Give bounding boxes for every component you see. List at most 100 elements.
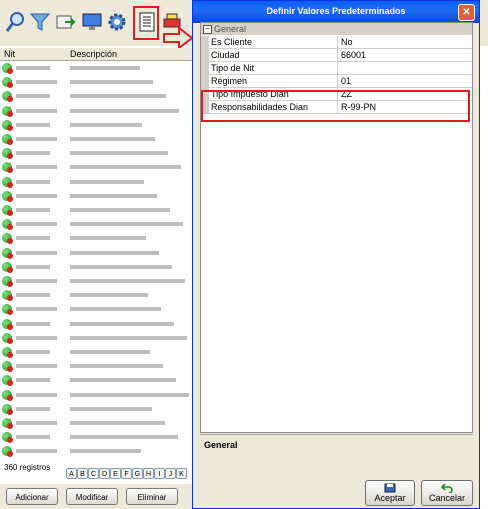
accept-button[interactable]: Aceptar: [365, 480, 415, 506]
contact-icon: [2, 247, 13, 259]
letter-button[interactable]: J: [165, 468, 176, 479]
property-row[interactable]: Tipo de Nit: [201, 62, 472, 75]
nit-cell: [16, 122, 50, 127]
filter-icon[interactable]: [28, 10, 52, 34]
row-gutter: [201, 49, 209, 61]
contact-icon: [2, 105, 13, 117]
search-icon[interactable]: [4, 10, 28, 34]
nit-cell: [16, 94, 50, 99]
letter-button[interactable]: I: [154, 468, 165, 479]
table-row[interactable]: [0, 217, 196, 231]
table-row[interactable]: [0, 260, 196, 274]
table-row[interactable]: [0, 331, 196, 345]
nit-cell: [16, 66, 50, 70]
letter-button[interactable]: B: [77, 468, 88, 479]
table-row[interactable]: [0, 175, 196, 189]
contact-icon: [2, 190, 13, 202]
contact-icon: [2, 361, 13, 373]
contact-icon: [2, 375, 13, 387]
nit-cell: [16, 108, 57, 113]
nit-cell: [16, 222, 57, 227]
letter-button[interactable]: G: [132, 468, 143, 479]
property-key: Tipo de Nit: [211, 63, 255, 73]
table-row[interactable]: [0, 402, 196, 416]
letter-button[interactable]: F: [121, 468, 132, 479]
nit-cell: [16, 137, 57, 141]
letter-button[interactable]: E: [110, 468, 121, 479]
property-row[interactable]: Régimen 01: [201, 75, 472, 88]
monitor-icon[interactable]: [80, 10, 104, 34]
arrow-right-icon: [163, 27, 193, 49]
letter-button[interactable]: K: [176, 468, 187, 479]
table-row[interactable]: [0, 104, 196, 118]
contact-icon: [2, 148, 13, 160]
table-row[interactable]: [0, 359, 196, 373]
table-row[interactable]: [0, 288, 196, 302]
record-count: 360 registros: [4, 463, 51, 472]
property-value[interactable]: No: [341, 37, 353, 47]
gear-icon[interactable]: [105, 10, 129, 34]
export-icon[interactable]: [54, 10, 78, 34]
records-grid[interactable]: [0, 61, 196, 461]
nit-cell: [16, 293, 50, 298]
property-row[interactable]: Ciudad 66001: [201, 49, 472, 62]
table-row[interactable]: [0, 160, 196, 174]
category-general[interactable]: − General: [201, 23, 472, 35]
table-row[interactable]: [0, 75, 196, 89]
table-row[interactable]: [0, 61, 196, 75]
cancel-button[interactable]: Cancelar: [421, 480, 473, 506]
description-cell: [70, 179, 144, 184]
delete-button[interactable]: Eliminar: [126, 488, 178, 505]
property-row[interactable]: Es Cliente No: [201, 36, 472, 49]
property-grid: − General Es Cliente No Ciudad 66001 Tipo de…: [200, 22, 473, 433]
nit-cell: [16, 250, 57, 255]
nit-cell: [16, 335, 57, 340]
description-cell: [70, 80, 153, 85]
table-row[interactable]: [0, 189, 196, 203]
table-row[interactable]: [0, 388, 196, 402]
letter-button[interactable]: C: [88, 468, 99, 479]
nit-cell: [16, 392, 57, 397]
description-cell: [70, 435, 178, 440]
collapse-icon[interactable]: −: [203, 25, 212, 34]
description-cell: [70, 392, 189, 397]
table-row[interactable]: [0, 246, 196, 260]
letter-button[interactable]: D: [99, 468, 110, 479]
table-row[interactable]: [0, 118, 196, 132]
contact-icon: [2, 332, 13, 344]
table-row[interactable]: [0, 203, 196, 217]
description-cell: [70, 279, 185, 283]
table-row[interactable]: [0, 302, 196, 316]
letter-button[interactable]: A: [66, 468, 77, 479]
row-gutter: [201, 36, 209, 48]
column-nit[interactable]: Nit: [4, 49, 15, 59]
table-row[interactable]: [0, 317, 196, 331]
table-row[interactable]: [0, 416, 196, 430]
description-cell: [70, 236, 146, 241]
table-row[interactable]: [0, 274, 196, 288]
column-description[interactable]: Descripción: [70, 49, 117, 59]
contact-icon: [2, 119, 13, 131]
table-row[interactable]: [0, 132, 196, 146]
nit-cell: [16, 364, 57, 369]
contact-icon: [2, 176, 13, 188]
table-row[interactable]: [0, 89, 196, 103]
table-row[interactable]: [0, 444, 196, 458]
letter-button[interactable]: H: [143, 468, 154, 479]
table-row[interactable]: [0, 373, 196, 387]
property-value[interactable]: 01: [341, 76, 351, 86]
modify-button[interactable]: Modificar: [66, 488, 118, 505]
dialog-titlebar[interactable]: Definir Valores Predeterminados ✕: [193, 1, 479, 23]
contact-icon: [2, 205, 13, 216]
properties-highlight-box: [201, 90, 470, 122]
description-cell: [70, 406, 152, 411]
property-value[interactable]: 66001: [341, 50, 366, 60]
table-row[interactable]: [0, 345, 196, 359]
table-row[interactable]: [0, 231, 196, 245]
close-icon[interactable]: ✕: [458, 4, 475, 21]
nit-cell: [16, 449, 57, 454]
table-row[interactable]: [0, 430, 196, 444]
contact-icon: [2, 418, 13, 429]
table-row[interactable]: [0, 146, 196, 160]
add-button[interactable]: Adicionar: [6, 488, 58, 505]
